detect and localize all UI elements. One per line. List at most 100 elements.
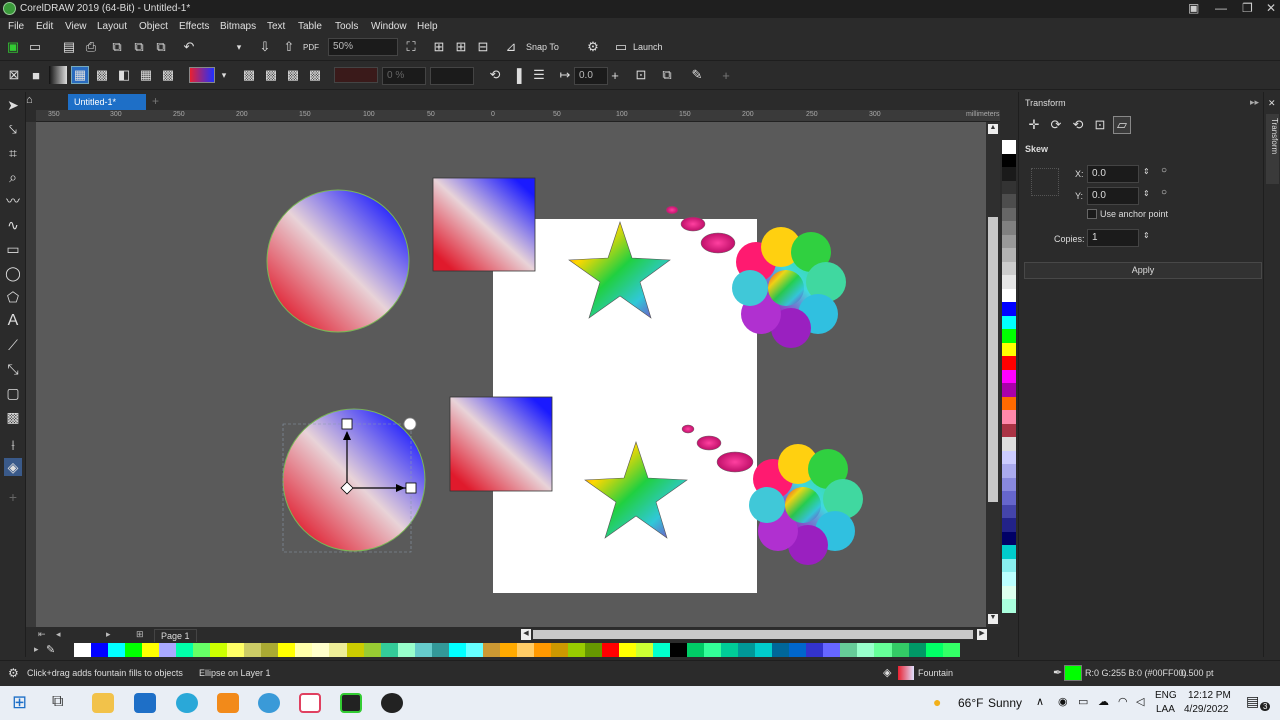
uniform-fill-icon[interactable]: ■ <box>27 66 45 84</box>
copies-spinner-icon[interactable]: ⇕ <box>1143 231 1150 240</box>
add-tool-icon[interactable]: + <box>4 488 22 506</box>
ellipse-tool-icon[interactable]: ◯ <box>4 264 22 282</box>
palette-swatch[interactable] <box>1002 518 1016 532</box>
scroll-up-icon[interactable]: ▲ <box>988 124 998 134</box>
copies-field[interactable]: 1 <box>1087 229 1139 247</box>
transparency-tool-icon[interactable]: ▩ <box>4 408 22 426</box>
scroll-left-icon[interactable]: ◀ <box>521 629 531 640</box>
page-prev-icon[interactable]: ◂ <box>56 629 61 640</box>
crop-tool-icon[interactable]: ⌗ <box>4 144 22 162</box>
palette-swatch[interactable] <box>1002 410 1016 424</box>
full-screen-icon[interactable]: ⛶ <box>402 38 420 56</box>
menu-view[interactable]: View <box>65 21 87 32</box>
palette-swatch[interactable] <box>1002 396 1016 410</box>
teamviewer-icon[interactable] <box>258 693 280 713</box>
notification-icon[interactable]: ▤ <box>1246 693 1259 710</box>
menu-tools[interactable]: Tools <box>335 21 358 32</box>
polygon-tool-icon[interactable]: ⬠ <box>4 288 22 306</box>
shape-tool-icon[interactable]: ⤥ <box>4 120 22 138</box>
y-spinner-icon[interactable]: ⇕ <box>1143 189 1150 198</box>
skew-icon[interactable]: ▱ <box>1113 116 1131 134</box>
page-add-icon[interactable]: ⊞ <box>136 629 144 640</box>
checker-icon[interactable]: ▩ <box>306 66 324 84</box>
vertical-scrollbar[interactable]: ▲ ▼ <box>986 122 1000 627</box>
scroll-down-icon[interactable]: ▼ <box>988 614 998 624</box>
palette-swatch[interactable] <box>278 643 296 657</box>
palette-swatch[interactable] <box>942 643 960 657</box>
position-icon[interactable]: ✛ <box>1025 116 1043 134</box>
page-next-icon[interactable]: ▸ <box>106 629 111 640</box>
palette-swatch[interactable] <box>1002 477 1016 491</box>
eyedropper-palette-icon[interactable]: ✎ <box>46 643 55 656</box>
redo-dropdown-icon[interactable]: ▾ <box>230 38 248 56</box>
ellipse-top[interactable] <box>266 189 410 333</box>
color-palette-vertical[interactable] <box>1002 140 1016 615</box>
checker-icon[interactable]: ▩ <box>284 66 302 84</box>
palette-swatch[interactable] <box>1002 383 1016 397</box>
tray-chevron-icon[interactable]: ∧ <box>1036 695 1044 708</box>
export-icon[interactable]: ⇧ <box>280 38 298 56</box>
h-scroll-thumb[interactable] <box>533 630 973 639</box>
menu-effects[interactable]: Effects <box>179 21 209 32</box>
palette-swatch[interactable] <box>465 643 483 657</box>
palette-swatch[interactable] <box>1002 261 1016 275</box>
minimize-button[interactable]: — <box>1215 1 1227 15</box>
palette-swatch[interactable] <box>176 643 194 657</box>
palette-swatch[interactable] <box>329 643 347 657</box>
palette-swatch[interactable] <box>108 643 126 657</box>
fill-picker-swatch[interactable] <box>189 67 215 83</box>
palette-swatch[interactable] <box>891 643 909 657</box>
palette-swatch[interactable] <box>1002 207 1016 221</box>
node-transparency-field[interactable]: 0 % <box>382 67 426 85</box>
palette-swatch[interactable] <box>142 643 160 657</box>
rectangle-top[interactable] <box>432 177 536 272</box>
dot-shape[interactable] <box>680 216 706 232</box>
launch-menu[interactable]: Launch <box>633 42 663 52</box>
palette-swatch[interactable] <box>704 643 722 657</box>
drop-shadow-icon[interactable]: ▢ <box>4 384 22 402</box>
palette-swatch[interactable] <box>1002 531 1016 545</box>
x-spinner-icon[interactable]: ⇕ <box>1143 167 1150 176</box>
palette-swatch[interactable] <box>295 643 313 657</box>
palette-swatch[interactable] <box>1002 302 1016 316</box>
palette-swatch[interactable] <box>380 643 398 657</box>
outline-color-swatch[interactable] <box>1064 665 1082 681</box>
docker-collapse-icon[interactable]: ▸▸ <box>1250 97 1259 108</box>
home-icon[interactable]: ⌂ <box>26 94 40 108</box>
maximize-button[interactable]: ❐ <box>1242 1 1253 15</box>
open-icon[interactable]: ▭ <box>26 38 44 56</box>
new-document-icon[interactable]: ▣ <box>4 38 22 56</box>
rotation-handle[interactable] <box>403 417 417 431</box>
scroll-thumb[interactable] <box>988 217 998 502</box>
elliptical-fountain-icon[interactable]: ▩ <box>93 66 111 84</box>
interactive-fill-icon[interactable]: ◈ <box>4 458 22 476</box>
flower-bottom[interactable] <box>749 444 863 565</box>
add-icon[interactable]: + <box>606 66 624 84</box>
palette-swatch[interactable] <box>1002 288 1016 302</box>
color-palette-horizontal[interactable] <box>74 643 960 657</box>
dot-shape[interactable] <box>700 232 736 254</box>
palette-swatch[interactable] <box>210 643 228 657</box>
print-icon[interactable]: ⎙ <box>82 38 100 56</box>
palette-swatch[interactable] <box>244 643 262 657</box>
palette-swatch[interactable] <box>1002 450 1016 464</box>
menu-help[interactable]: Help <box>417 21 438 32</box>
artistic-media-icon[interactable]: ∿ <box>4 216 22 234</box>
show-guidelines-icon[interactable]: ⊟ <box>474 38 492 56</box>
palette-swatch[interactable] <box>1002 275 1016 289</box>
rectangle-tool-icon[interactable]: ▭ <box>4 240 22 258</box>
palette-swatch[interactable] <box>789 643 807 657</box>
palette-swatch[interactable] <box>482 643 500 657</box>
palette-swatch[interactable] <box>806 643 824 657</box>
pick-tool-icon[interactable]: ➤ <box>4 96 22 114</box>
palette-swatch[interactable] <box>687 643 705 657</box>
palette-swatch[interactable] <box>533 643 551 657</box>
checker-icon[interactable]: ▩ <box>262 66 280 84</box>
parallel-dimension-icon[interactable]: ⟋ <box>4 336 22 354</box>
palette-swatch[interactable] <box>499 643 517 657</box>
docker-close-icon[interactable]: ✕ <box>1268 98 1276 109</box>
palette-swatch[interactable] <box>312 643 330 657</box>
task-view-icon[interactable]: ⧉ <box>52 693 63 711</box>
offset-icon[interactable]: ↦ <box>556 66 574 84</box>
palette-swatch[interactable] <box>227 643 245 657</box>
